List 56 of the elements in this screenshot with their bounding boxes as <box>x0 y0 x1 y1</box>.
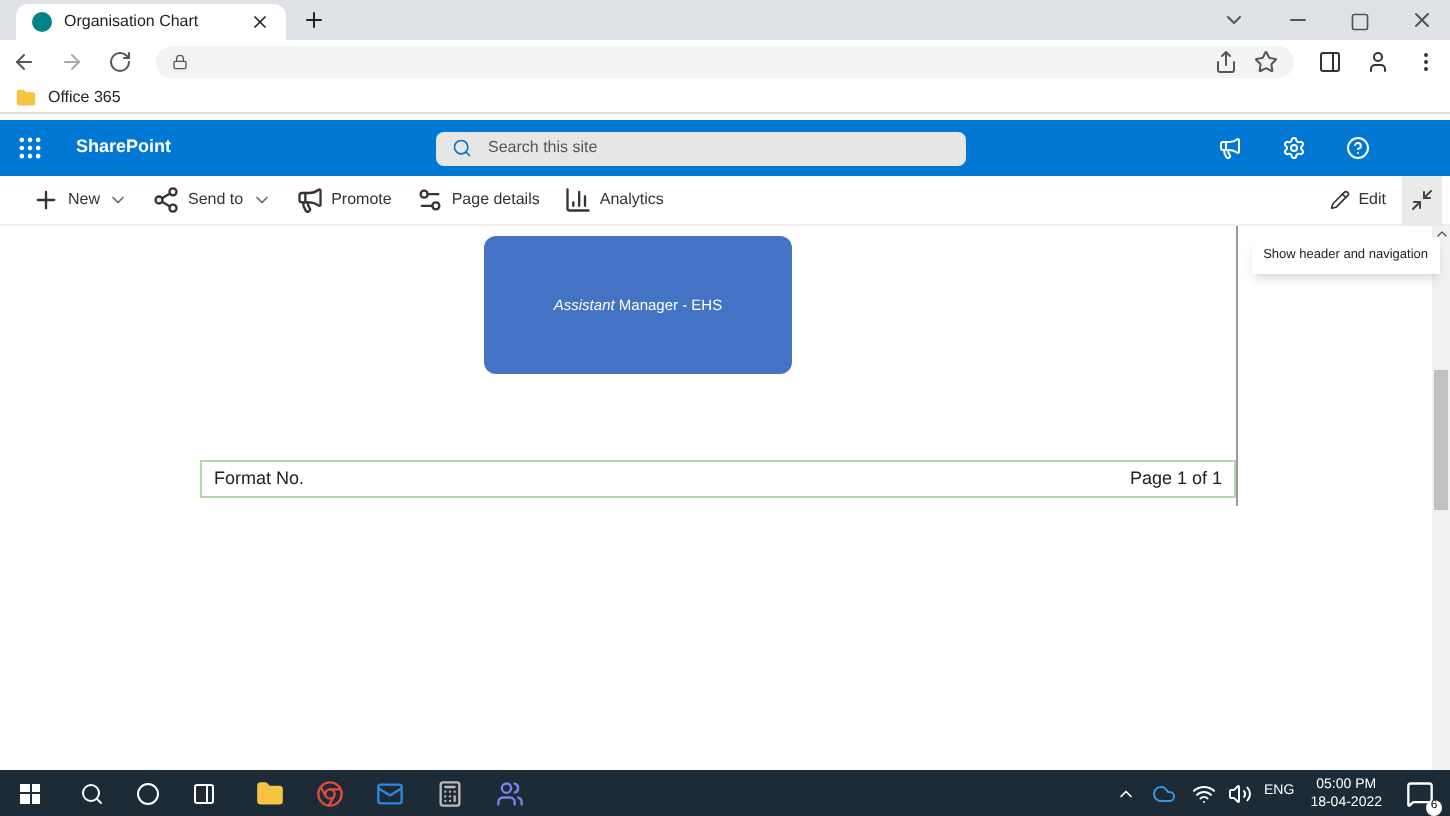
help-icon[interactable] <box>1346 136 1370 160</box>
search-icon[interactable] <box>80 781 104 805</box>
browser-icon[interactable] <box>316 779 344 807</box>
close-icon[interactable] <box>250 12 270 32</box>
cortana-icon[interactable] <box>136 781 160 805</box>
pencil-icon <box>1330 190 1351 210</box>
site-icon <box>32 12 52 32</box>
folder-icon[interactable] <box>256 779 284 807</box>
command-button[interactable]: Page details <box>415 186 540 214</box>
side-panel-icon[interactable] <box>1318 49 1342 73</box>
app-name[interactable]: SharePoint <box>76 134 436 162</box>
chart-icon <box>563 186 592 214</box>
format-number: Format No. <box>214 465 305 492</box>
new-tab-icon[interactable] <box>302 8 326 32</box>
search-input[interactable]: Search this site <box>488 136 950 160</box>
restore-icon[interactable] <box>1350 12 1370 32</box>
reload-icon[interactable] <box>108 49 132 73</box>
mail-icon[interactable] <box>376 779 404 807</box>
app-launcher-icon[interactable] <box>16 134 44 162</box>
scroll-thumb[interactable] <box>1434 370 1448 510</box>
page-number: Page 1 of 1 <box>1129 465 1222 492</box>
collapse-button[interactable] <box>1402 175 1442 225</box>
share-icon <box>152 186 181 214</box>
cloud-icon[interactable] <box>1152 781 1177 805</box>
search-icon <box>452 138 472 158</box>
volume-icon[interactable] <box>1228 781 1253 805</box>
wifi-icon[interactable] <box>1192 781 1217 805</box>
notifications-icon[interactable] <box>1406 779 1434 807</box>
command-button[interactable]: Analytics <box>563 186 664 214</box>
bookmark-label: Office 365 <box>48 85 121 109</box>
back-icon[interactable] <box>12 49 36 73</box>
team-icon[interactable] <box>496 779 524 807</box>
tab-title: Organisation Chart <box>64 10 201 34</box>
lock-icon <box>172 53 188 69</box>
megaphone-icon[interactable] <box>1218 136 1242 160</box>
scroll-up-icon[interactable] <box>1433 226 1449 242</box>
task-view-icon[interactable] <box>192 781 216 805</box>
close-window-icon[interactable] <box>1410 8 1434 32</box>
command-button[interactable]: Send to <box>152 186 272 214</box>
star-icon[interactable] <box>1254 49 1278 73</box>
start-icon[interactable] <box>20 783 40 803</box>
calculator-icon[interactable] <box>436 779 464 807</box>
megaphone-icon <box>295 186 324 214</box>
browser-tab[interactable]: Organisation Chart <box>16 4 286 40</box>
profile-icon[interactable] <box>1366 49 1390 73</box>
plus-icon <box>32 186 60 214</box>
bookmark[interactable]: Office 365 <box>16 85 121 109</box>
scrollbar[interactable] <box>1432 226 1450 770</box>
folder-icon <box>16 87 36 107</box>
edit-button[interactable]: Edit <box>1330 188 1386 212</box>
command-button[interactable]: Promote <box>295 186 392 214</box>
search-field[interactable]: Search this site <box>436 131 966 165</box>
collapse-icon <box>1410 188 1434 212</box>
command-button[interactable]: New <box>32 186 129 214</box>
settings-icon[interactable] <box>1282 136 1306 160</box>
share-icon[interactable] <box>1214 49 1238 73</box>
